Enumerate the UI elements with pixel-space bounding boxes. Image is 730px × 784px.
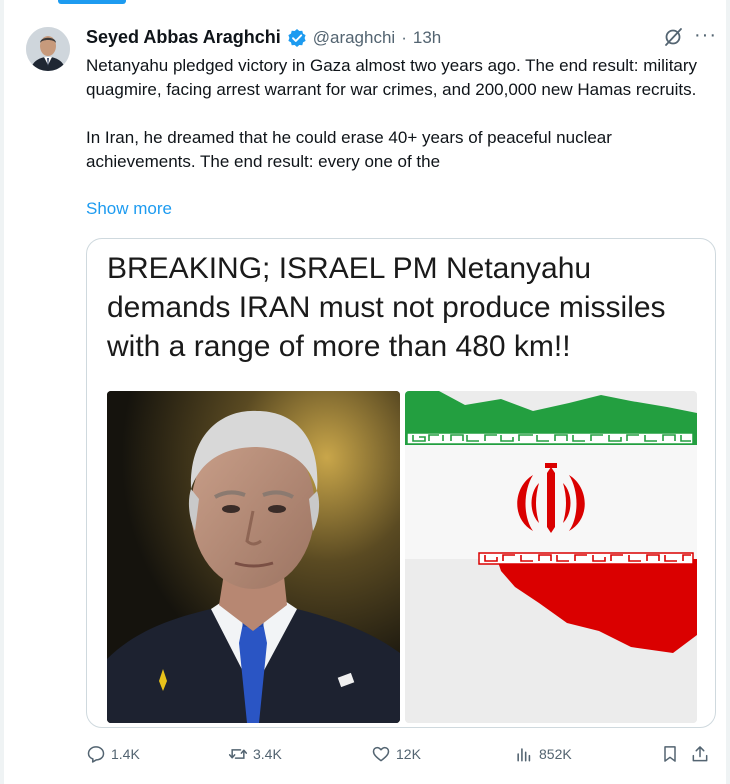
netanyahu-photo[interactable] [107, 391, 400, 723]
verified-badge-icon [287, 28, 307, 48]
analytics-icon [517, 748, 531, 762]
timeline-border-left [0, 0, 4, 784]
repost-count: 3.4K [253, 746, 282, 762]
tweet-paragraph-2: In Iran, he dreamed that he could erase … [86, 128, 612, 171]
avatar-portrait [26, 27, 70, 71]
more-options-icon[interactable]: ··· [694, 24, 717, 47]
author-name[interactable]: Seyed Abbas Araghchi [86, 27, 281, 48]
show-more-link[interactable]: Show more [86, 199, 172, 219]
iran-flag-map[interactable] [405, 391, 697, 723]
bookmark-button[interactable] [660, 744, 680, 764]
tweet-paragraph-1: Netanyahu pledged victory in Gaza almost… [86, 56, 698, 99]
share-button[interactable] [690, 744, 710, 764]
separator-dot: · [401, 27, 407, 47]
reply-button[interactable]: 1.4K [86, 744, 140, 764]
timestamp[interactable]: 13h [413, 28, 441, 48]
media-card[interactable]: BREAKING; ISRAEL PM Netanyahu demands IR… [86, 238, 716, 728]
flag-map-image [405, 391, 697, 723]
heart-icon [372, 746, 390, 762]
like-count: 12K [396, 746, 421, 762]
repost-icon [228, 749, 248, 759]
timeline-border-right [726, 0, 730, 784]
author-handle[interactable]: @araghchi [313, 28, 395, 48]
grok-icon[interactable] [662, 26, 684, 48]
portrait-image [107, 391, 400, 723]
card-headline: BREAKING; ISRAEL PM Netanyahu demands IR… [107, 252, 666, 363]
tweet-header: Seyed Abbas Araghchi @araghchi · 13h [86, 27, 441, 48]
reply-count: 1.4K [111, 746, 140, 762]
views-button[interactable]: 852K [514, 744, 572, 764]
avatar[interactable] [26, 27, 70, 71]
tab-indicator [58, 0, 126, 4]
reply-icon [87, 746, 105, 763]
view-count: 852K [539, 746, 572, 762]
bookmark-icon [664, 746, 676, 762]
repost-button[interactable]: 3.4K [228, 744, 282, 764]
like-button[interactable]: 12K [371, 744, 421, 764]
tweet-text: Netanyahu pledged victory in Gaza almost… [86, 54, 706, 174]
action-bar: 1.4K 3.4K 12K 852K [86, 744, 716, 768]
share-icon [692, 746, 708, 762]
